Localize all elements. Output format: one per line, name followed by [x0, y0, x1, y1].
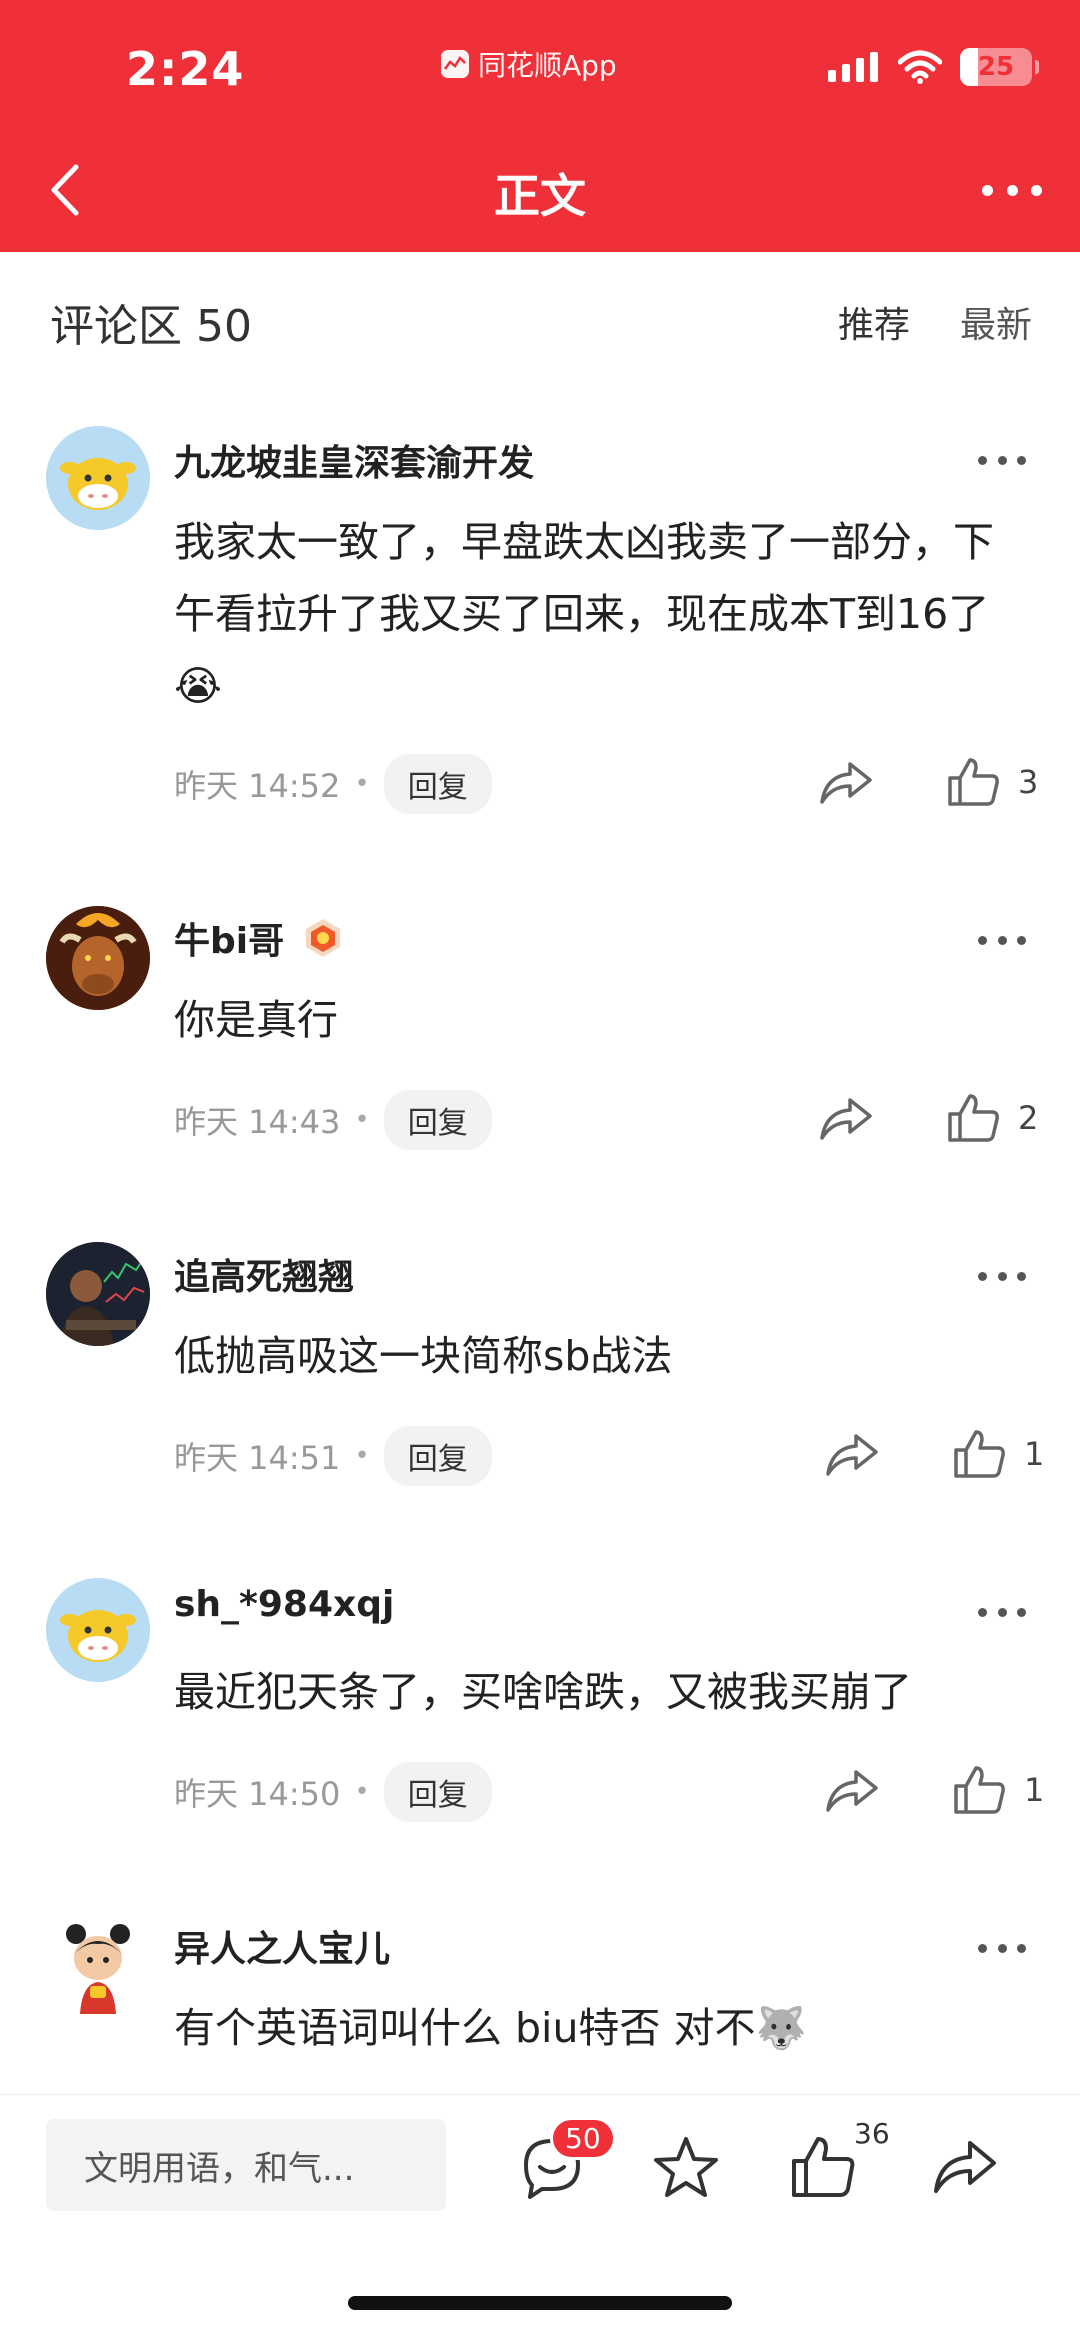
avatar[interactable] — [46, 1914, 150, 2018]
comment-meta: 昨天 14:43 • 回复 — [174, 1090, 492, 1150]
status-app-label[interactable]: 同花顺App — [440, 44, 617, 84]
comments-title: 评论区 50 — [50, 301, 252, 352]
comment-more-button[interactable] — [978, 932, 1026, 948]
comment-time: 昨天 14:43 — [174, 1103, 341, 1141]
reply-button[interactable]: 回复 — [383, 1090, 492, 1150]
thumbs-up-icon — [954, 1766, 1005, 1814]
like-count: 1 — [1024, 1435, 1045, 1473]
status-time: 2:24 — [126, 42, 245, 96]
avatar[interactable] — [46, 1242, 150, 1346]
comment-time: 昨天 14:51 — [174, 1439, 341, 1477]
avatar[interactable] — [46, 906, 150, 1010]
reply-button[interactable]: 回复 — [383, 754, 492, 814]
signal-icon — [828, 52, 878, 82]
avatar[interactable] — [46, 426, 150, 530]
share-icon[interactable] — [818, 1094, 874, 1144]
comment-time: 昨天 14:50 — [174, 1775, 341, 1813]
thumbs-up-icon — [954, 1430, 1005, 1478]
separator-dot: • — [354, 1441, 370, 1471]
thumbs-up-icon — [948, 1094, 999, 1142]
cow-avatar-icon — [60, 1610, 136, 1662]
comment-username[interactable]: sh_*984xqj — [174, 1584, 394, 1625]
medal-badge-icon — [306, 919, 341, 957]
comment-username[interactable]: 异人之人宝儿 — [174, 1920, 390, 1972]
like-button[interactable]: 3 — [946, 756, 1038, 808]
separator-dot: • — [354, 1777, 370, 1807]
battery-icon: 25 — [960, 48, 1039, 86]
share-icon[interactable] — [824, 1430, 880, 1480]
comment-more-button[interactable] — [978, 1940, 1026, 1956]
star-icon[interactable] — [652, 2135, 720, 2199]
reply-button[interactable]: 回复 — [383, 1426, 492, 1486]
comment-more-button[interactable] — [978, 1604, 1026, 1620]
share-icon[interactable] — [824, 1766, 880, 1816]
bull-avatar-icon — [46, 906, 150, 1010]
comment-meta: 昨天 14:50 • 回复 — [174, 1762, 492, 1822]
share-icon[interactable] — [930, 2135, 998, 2199]
trader-avatar-icon — [46, 1242, 150, 1346]
cow-avatar-icon — [60, 458, 136, 510]
app-label-text: 同花顺App — [478, 49, 617, 82]
battery-percent: 25 — [977, 52, 1015, 82]
sort-tabs: 推荐 最新 — [838, 296, 1032, 348]
like-count: 1 — [1024, 1771, 1045, 1809]
separator-dot: • — [354, 1105, 370, 1135]
comments-header: 评论区 50 推荐 最新 — [50, 292, 1032, 352]
comment-text: 你是真行 — [174, 996, 338, 1044]
like-button[interactable]: 1 — [952, 1764, 1044, 1816]
comment-meta: 昨天 14:51 • 回复 — [174, 1426, 492, 1486]
comment-count-badge: 50 — [550, 2117, 616, 2160]
tab-latest[interactable]: 最新 — [960, 296, 1032, 348]
like-count: 2 — [1018, 1099, 1039, 1137]
header: 2:24 同花顺App 25 正文 — [0, 0, 1080, 252]
app-logo-icon — [441, 50, 469, 78]
comment-text: 低抛高吸这一块简称sb战法 — [174, 1332, 673, 1380]
avatar[interactable] — [46, 1578, 150, 1682]
status-icons: 25 — [828, 48, 1039, 86]
comment-text: 最近犯天条了，买啥啥跌，又被我买崩了 — [174, 1668, 912, 1716]
husky-emoji-icon: 🐺 — [755, 2004, 807, 2052]
comment-username[interactable]: 追高死翘翘 — [174, 1248, 354, 1300]
like-total: 36 — [854, 2117, 890, 2150]
home-indicator[interactable] — [348, 2296, 732, 2310]
comment-username[interactable]: 九龙坡韭皇深套渝开发 — [174, 434, 534, 486]
like-button[interactable]: 1 — [952, 1428, 1044, 1480]
comment-input[interactable]: 文明用语，和气... — [46, 2119, 446, 2211]
like-count: 3 — [1018, 763, 1039, 801]
tab-recommend[interactable]: 推荐 — [838, 296, 910, 348]
share-icon[interactable] — [818, 758, 874, 808]
comment-text: 我家太一致了，早盘跌太凶我卖了一部分，下午看拉升了我又买了回来，现在成本T到16… — [174, 518, 994, 710]
thumbs-up-icon[interactable] — [790, 2135, 858, 2199]
like-button[interactable]: 2 — [946, 1092, 1038, 1144]
comment-text: 有个英语词叫什么 biu特否 对不🐺 — [174, 2004, 807, 2052]
comment-username[interactable]: 牛bi哥 — [174, 912, 344, 964]
comment-more-button[interactable] — [978, 1268, 1026, 1284]
thumbs-up-icon — [948, 758, 999, 806]
page-title: 正文 — [494, 169, 586, 223]
separator-dot: • — [354, 769, 370, 799]
comment-time: 昨天 14:52 — [174, 767, 341, 805]
reply-button[interactable]: 回复 — [383, 1762, 492, 1822]
crying-emoji-icon: 😭 — [174, 662, 222, 710]
wifi-icon — [898, 50, 942, 84]
more-button[interactable] — [982, 170, 1042, 210]
screen: 2:24 同花顺App 25 正文 评论区 50 推荐 最新 九龙坡韭皇深套渝开… — [0, 0, 1080, 2337]
girl-avatar-icon — [66, 1924, 130, 2014]
comment-more-button[interactable] — [978, 452, 1026, 468]
comment-meta: 昨天 14:52 • 回复 — [174, 754, 492, 814]
